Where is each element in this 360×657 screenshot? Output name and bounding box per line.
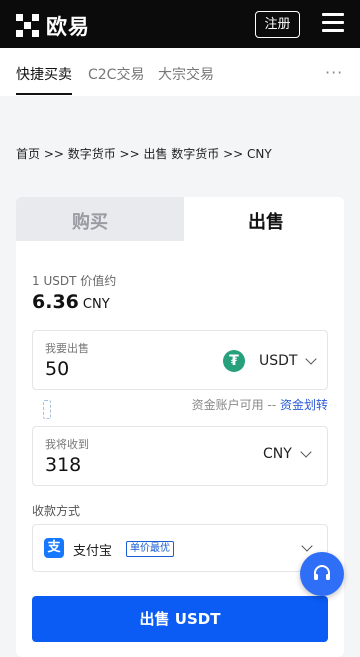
usdt-icon: ₮	[223, 350, 245, 372]
sell-usdt-button[interactable]: 出售 USDT	[32, 596, 328, 642]
active-tab-underline	[16, 93, 72, 95]
available-balance: 资金账户可用 -- 资金划转	[192, 396, 328, 413]
buy-segment-slant	[168, 197, 184, 241]
customer-support-button[interactable]	[300, 552, 344, 596]
sell-amount-label: 我要出售	[45, 342, 89, 355]
transfer-link[interactable]: 资金划转	[280, 398, 328, 412]
more-icon[interactable]: ···	[325, 63, 343, 82]
sell-currency-select[interactable]: ₮ USDT	[223, 350, 318, 372]
receive-amount-label: 我将收到	[45, 438, 89, 451]
swap-connector-icon	[43, 400, 51, 419]
chevron-down-icon	[301, 540, 313, 552]
sell-amount-input[interactable]: 50	[45, 358, 69, 380]
rate-amount: 6.36	[32, 291, 79, 313]
rate-unit: CNY	[82, 297, 110, 312]
top-bar: 欧易 注册	[0, 0, 360, 48]
buy-segment-label[interactable]: 购买	[72, 208, 108, 234]
trade-mode-tabs: 快捷买卖 C2C交易 大宗交易 ···	[0, 48, 360, 96]
payment-method-select[interactable]: 支 支付宝 单价最优	[32, 524, 328, 572]
receive-currency-label: CNY	[263, 446, 292, 462]
logo[interactable]: 欧易	[16, 11, 90, 41]
brand-name: 欧易	[46, 15, 90, 39]
trade-card: 购买 出售 1 USDT 价值约 6.36 CNY 我要出售 50 ₮ USDT …	[16, 197, 344, 657]
available-balance-label: 资金账户可用 --	[191, 398, 277, 412]
payment-method-name: 支付宝	[73, 544, 113, 559]
sell-amount-field[interactable]: 我要出售 50 ₮ USDT	[32, 330, 328, 390]
payment-method-label: 收款方式	[32, 504, 81, 518]
sell-segment-label[interactable]: 出售	[248, 208, 284, 234]
rate-label: 1 USDT 价值约	[32, 274, 117, 288]
receive-amount-field[interactable]: 我将收到 318 CNY	[32, 426, 328, 486]
breadcrumb: 首页 >> 数字货币 >> 出售 数字货币 >> CNY	[16, 147, 272, 161]
tab-c2c[interactable]: C2C交易	[88, 64, 144, 84]
rate-value: 6.36 CNY	[32, 291, 110, 313]
chevron-down-icon	[305, 353, 318, 365]
best-price-badge: 单价最优	[126, 541, 174, 557]
sell-currency-label: USDT	[259, 353, 298, 369]
chevron-down-icon	[300, 446, 312, 458]
alipay-icon: 支	[44, 538, 64, 558]
tab-block-trade[interactable]: 大宗交易	[158, 64, 214, 84]
register-button[interactable]: 注册	[255, 11, 300, 38]
receive-currency-select[interactable]: CNY	[263, 446, 312, 462]
receive-amount-input[interactable]: 318	[45, 454, 81, 476]
headset-icon	[314, 565, 330, 580]
hamburger-menu-icon[interactable]	[322, 13, 344, 33]
okx-logo-icon	[16, 14, 40, 38]
tab-quick-trade[interactable]: 快捷买卖	[16, 64, 72, 84]
